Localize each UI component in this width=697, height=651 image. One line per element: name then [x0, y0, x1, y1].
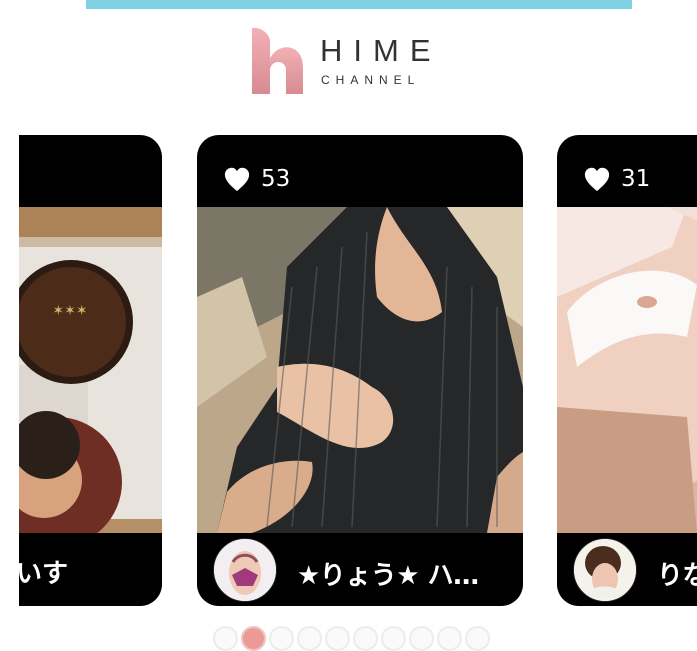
profile-info-row: ★りょう★ ハ… — [197, 533, 523, 606]
like-count: 53 — [261, 166, 291, 192]
pagination-dot[interactable] — [213, 626, 238, 651]
profile-name[interactable]: いす — [19, 553, 68, 590]
profile-photo[interactable] — [197, 207, 523, 533]
profile-name[interactable]: りな — [657, 555, 697, 592]
pagination-dot[interactable] — [381, 626, 406, 651]
profile-info-row: いす — [19, 533, 162, 606]
pagination-dot[interactable] — [269, 626, 294, 651]
pagination-dot[interactable] — [325, 626, 350, 651]
profile-info-row: りな — [557, 533, 697, 606]
profile-card[interactable]: ✶✶✶ いす — [19, 135, 162, 606]
profile-carousel[interactable]: ✶✶✶ いす 53 ★りょう★ ハ… 31 りな — [19, 0, 697, 650]
like-counter[interactable]: 31 — [583, 164, 650, 194]
profile-card[interactable]: 53 ★りょう★ ハ… — [197, 135, 523, 606]
avatar[interactable] — [573, 538, 637, 602]
pagination-dot[interactable] — [409, 626, 434, 651]
pagination-dot[interactable] — [353, 626, 378, 651]
avatar[interactable] — [213, 538, 277, 602]
pagination-dot[interactable] — [465, 626, 490, 651]
like-counter[interactable]: 53 — [223, 164, 290, 194]
profile-card[interactable]: 31 りな — [557, 135, 697, 606]
profile-photo[interactable]: ✶✶✶ — [19, 207, 162, 533]
pagination-dot[interactable] — [241, 626, 266, 651]
svg-text:✶✶✶: ✶✶✶ — [52, 303, 87, 319]
profile-name[interactable]: ★りょう★ ハ… — [297, 555, 479, 592]
profile-photo[interactable] — [557, 207, 697, 533]
pagination-dot[interactable] — [297, 626, 322, 651]
heart-icon[interactable] — [583, 166, 611, 192]
carousel-pagination — [213, 626, 490, 651]
pagination-dot[interactable] — [437, 626, 462, 651]
like-count: 31 — [621, 166, 651, 192]
heart-icon[interactable] — [223, 166, 251, 192]
